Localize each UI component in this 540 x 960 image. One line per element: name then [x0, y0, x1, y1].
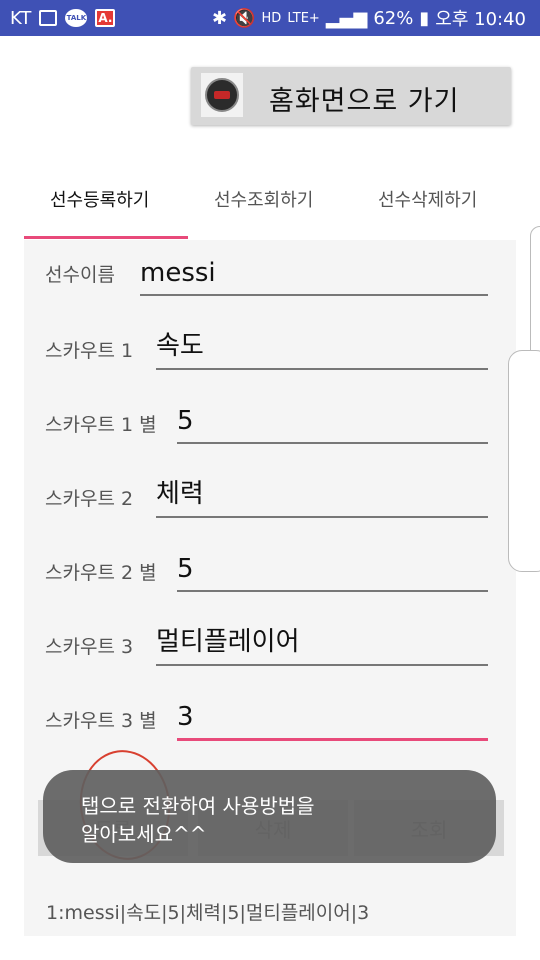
scout1-star-value: 5 [177, 406, 194, 436]
scout1-label: 스카우트 1 [45, 340, 134, 362]
player-name-field[interactable]: messi [140, 254, 488, 296]
mute-icon: 🔇 [233, 7, 256, 29]
scout3-star-label: 스카우트 3 별 [45, 710, 157, 732]
tab-delete[interactable]: 선수삭제하기 [378, 186, 477, 212]
scout3-star-field[interactable]: 3 [177, 698, 488, 741]
scout3-value: 멀티플레이어 [156, 627, 300, 657]
home-button[interactable]: 홈화면으로 가기 [191, 67, 511, 125]
carrier-label: KT [10, 7, 32, 29]
status-bar: KT TALK A. ✱ 🔇 HD LTE+ ▂▄▆ 62% ▮ 오후 10:4… [0, 0, 540, 36]
toast-message: 탭으로 전환하여 사용방법을 알아보세요^^ [43, 770, 496, 863]
scout2-field[interactable]: 체력 [156, 476, 488, 518]
bluetooth-icon: ✱ [212, 7, 228, 29]
scout2-star-value: 5 [177, 554, 194, 584]
scout1-value: 속도 [156, 331, 204, 361]
network-type: LTE+ [287, 10, 320, 26]
scout2-star-field[interactable]: 5 [177, 550, 488, 592]
battery-percent: 62% [373, 7, 414, 29]
signal-icon: ▂▄▆ [325, 7, 368, 29]
scout1-star-label: 스카우트 1 별 [45, 414, 157, 436]
scout3-star-value: 3 [177, 702, 194, 732]
edge-panel [508, 350, 540, 572]
toast-line-2: 알아보세요^^ [81, 822, 207, 846]
tab-bar: 선수등록하기 선수조회하기 선수삭제하기 [24, 170, 516, 240]
scout1-star-field[interactable]: 5 [177, 402, 488, 444]
toast-line-1: 탭으로 전환하여 사용방법을 [81, 794, 315, 818]
scout1-field[interactable]: 속도 [156, 328, 488, 370]
scout3-field[interactable]: 멀티플레이어 [156, 624, 488, 666]
active-tab-indicator [24, 236, 188, 239]
scout3-label: 스카우트 3 [45, 636, 134, 658]
player-name-label: 선수이름 [45, 264, 115, 286]
result-text: 1:messi|속도|5|체력|5|멀티플레이어|3 [46, 902, 370, 924]
scout2-value: 체력 [156, 479, 204, 509]
app-alert-icon: A. [95, 9, 116, 27]
app-logo-icon [201, 73, 243, 117]
gallery-icon [39, 10, 58, 26]
battery-icon: ▮ [419, 7, 430, 29]
hd-icon: HD [261, 10, 282, 26]
player-name-value: messi [140, 258, 216, 288]
scout2-label: 스카우트 2 [45, 488, 134, 510]
tab-lookup[interactable]: 선수조회하기 [214, 186, 313, 212]
scout2-star-label: 스카우트 2 별 [45, 562, 157, 584]
home-button-label: 홈화면으로 가기 [269, 86, 460, 117]
tab-register[interactable]: 선수등록하기 [50, 186, 149, 212]
clock: 오후 10:40 [435, 9, 526, 30]
kakaotalk-icon: TALK [65, 9, 88, 27]
